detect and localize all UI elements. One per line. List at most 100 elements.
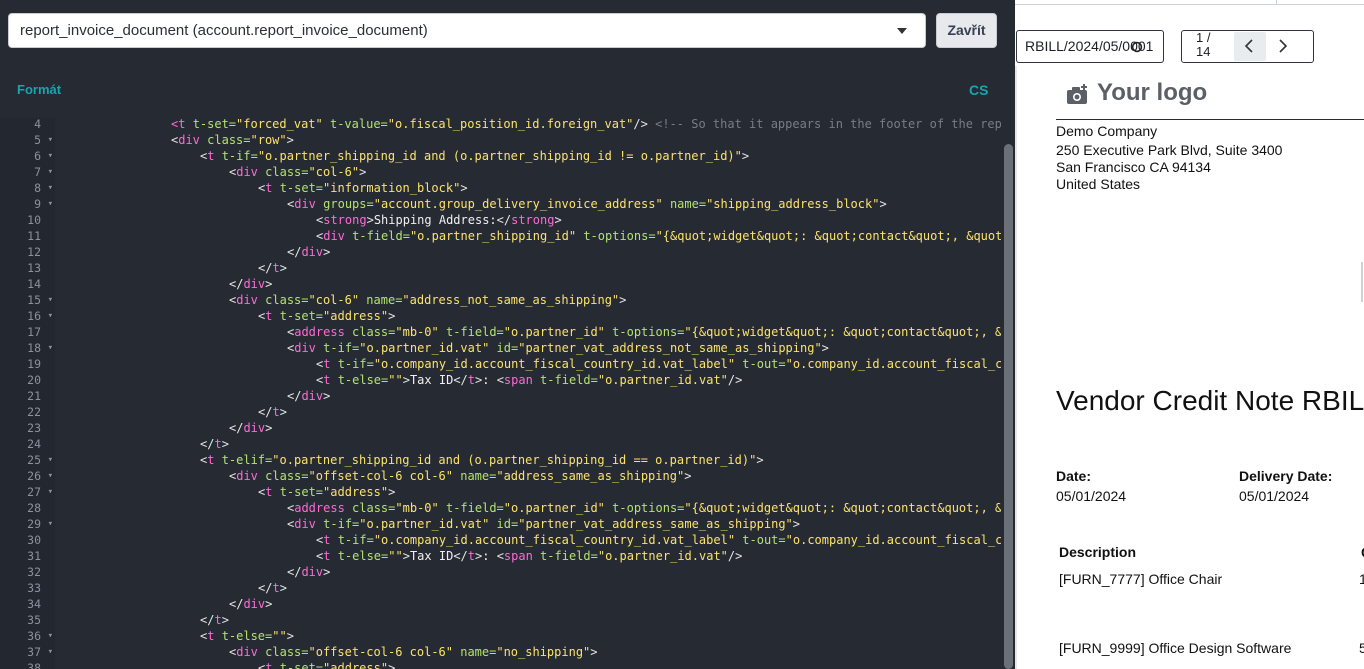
code-line[interactable]: <strong>Shipping Address:</strong> [58,212,1001,228]
line-number-text: 30 [27,533,41,547]
code-lines[interactable]: <t t-set="forced_vat" t-value="o.fiscal_… [58,118,1001,669]
fold-toggle-icon[interactable]: ▾ [48,468,53,484]
line-number-text: 9 [34,197,41,211]
code-token: "o.company_id.account_fiscal_country_id.… [373,533,743,547]
code-line[interactable]: </div> [58,596,1001,612]
code-token: > [388,309,396,323]
line-number: 28 [0,500,55,516]
line-number-text: 7 [34,165,41,179]
code-line[interactable]: </t> [58,580,1001,596]
format-button[interactable]: Formát [17,82,61,97]
code-token: class= [265,645,309,659]
code-line[interactable]: <t t-set="address"> [58,660,1001,669]
code-token: "o.partner_shipping_id and (o.partner_sh… [272,453,757,467]
close-button[interactable]: Zavřít [936,13,997,48]
code-token: </ [453,549,468,563]
code-line[interactable]: <div class="col-6"> [58,164,1001,180]
code-token: <!-- So that it appears in the footer of… [655,118,1001,131]
fold-toggle-icon[interactable]: ▾ [48,292,53,308]
fold-toggle-icon[interactable]: ▾ [48,308,53,324]
code-token: t-if= [337,357,374,371]
code-line[interactable]: <t t-set="forced_vat" t-value="o.fiscal_… [58,118,1001,132]
code-line[interactable]: <div class="offset-col-6 col-6" name="ad… [58,468,1001,484]
code-line[interactable]: <div t-if="o.partner_id.vat" id="partner… [58,340,1001,356]
code-line[interactable]: </div> [58,564,1001,580]
code-line[interactable]: </t> [58,436,1001,452]
pager-previous-button[interactable] [1234,32,1266,61]
code-token: "o.partner_id" [503,325,613,339]
line-number: 15 ▾ [0,292,55,308]
code-token: div [294,341,324,355]
code-line[interactable]: <t t-else="">Tax ID</t>: <span t-field="… [58,548,1001,564]
code-token: > [821,341,829,355]
code-token: div [301,245,324,259]
code-line[interactable]: <address class="mb-0" t-field="o.partner… [58,500,1001,516]
code-token: "{&quot;widget&quot;: &quot;contact&quot… [684,501,1001,515]
refresh-icon[interactable] [1131,31,1143,62]
code-line[interactable]: </div> [58,244,1001,260]
fold-toggle-icon[interactable]: ▾ [48,340,53,356]
code-line[interactable]: </div> [58,388,1001,404]
code-line[interactable]: <t t-else=""> [58,628,1001,644]
fold-toggle-icon[interactable]: ▾ [48,164,53,180]
code-line[interactable]: <div class="row"> [58,132,1001,148]
code-token: </ [200,613,215,627]
code-line[interactable]: <address class="mb-0" t-field="o.partner… [58,324,1001,340]
template-select[interactable]: report_invoice_document (account.report_… [8,13,926,48]
code-line[interactable]: <t t-else="">Tax ID</t>: <span t-field="… [58,372,1001,388]
record-select[interactable]: RBILL/2024/05/0001 [1016,30,1164,63]
code-line[interactable]: </div> [58,420,1001,436]
fold-toggle-icon[interactable]: ▾ [48,644,53,660]
template-select-value: report_invoice_document (account.report_… [20,22,428,39]
code-token: t-set= [192,118,237,131]
fold-toggle-icon[interactable]: ▾ [48,132,53,148]
code-line[interactable]: <t t-if="o.partner_shipping_id and (o.pa… [58,148,1001,164]
language-button[interactable]: CS [969,82,988,98]
line-number: 9 ▾ [0,196,55,212]
line-number-text: 13 [27,261,41,275]
code-line[interactable]: </t> [58,404,1001,420]
code-token: class= [207,133,251,147]
fold-toggle-icon[interactable]: ▾ [48,180,53,196]
editor-scrollbar-thumb[interactable] [1004,144,1013,669]
pager-next-button[interactable] [1266,32,1298,61]
line-number-text: 8 [34,181,41,195]
fold-toggle-icon[interactable]: ▾ [48,196,53,212]
fold-toggle-icon[interactable]: ▾ [48,516,53,532]
code-token: /> [727,373,743,387]
code-area[interactable]: 4 5 ▾ 6 ▾ 7 ▾ 8 ▾ 9 ▾ 10 11 12 13 14 15 ▾ 16 ▾ 17 18 ▾ 19 20 21 22… [0,118,1001,669]
fold-toggle-icon[interactable]: ▾ [48,452,53,468]
code-line[interactable]: <t t-elif="o.partner_shipping_id and (o.… [58,452,1001,468]
line-number: 5 ▾ [0,132,55,148]
code-token: span [503,373,541,387]
company-name: Demo Company [1056,123,1158,139]
code-token: strong [323,213,367,227]
code-line[interactable]: </t> [58,260,1001,276]
code-line[interactable]: <t t-if="o.company_id.account_fiscal_cou… [58,356,1001,372]
code-line[interactable]: <t t-set="address"> [58,484,1001,500]
chevron-down-icon[interactable] [897,28,907,34]
company-country: United States [1056,176,1141,192]
code-line[interactable]: <div t-if="o.partner_id.vat" id="partner… [58,516,1001,532]
fold-toggle-icon[interactable]: ▾ [48,628,53,644]
code-token: name= [460,645,497,659]
code-line[interactable]: </t> [58,612,1001,628]
code-token: > [402,549,410,563]
code-line[interactable]: <t t-if="o.company_id.account_fiscal_cou… [58,532,1001,548]
code-token: /> [727,549,743,563]
code-line[interactable]: <div class="col-6" name="address_not_sam… [58,292,1001,308]
code-token: t-elif= [221,453,273,467]
code-line[interactable]: <div t-field="o.partner_shipping_id" t-o… [58,228,1001,244]
code-token: t [214,613,222,627]
line-number: 17 [0,324,55,340]
code-line[interactable]: <div groups="account.group_delivery_invo… [58,196,1001,212]
line-number: 35 [0,612,55,628]
code-line[interactable]: </div> [58,276,1001,292]
code-line[interactable]: <t t-set="address"> [58,308,1001,324]
editor-scrollbar[interactable] [1001,118,1015,669]
fold-toggle-icon[interactable]: ▾ [48,484,53,500]
code-line[interactable]: <div class="offset-col-6 col-6" name="no… [58,644,1001,660]
code-token: </ [200,437,215,451]
fold-toggle-icon[interactable]: ▾ [48,148,53,164]
code-line[interactable]: <t t-set="information_block"> [58,180,1001,196]
